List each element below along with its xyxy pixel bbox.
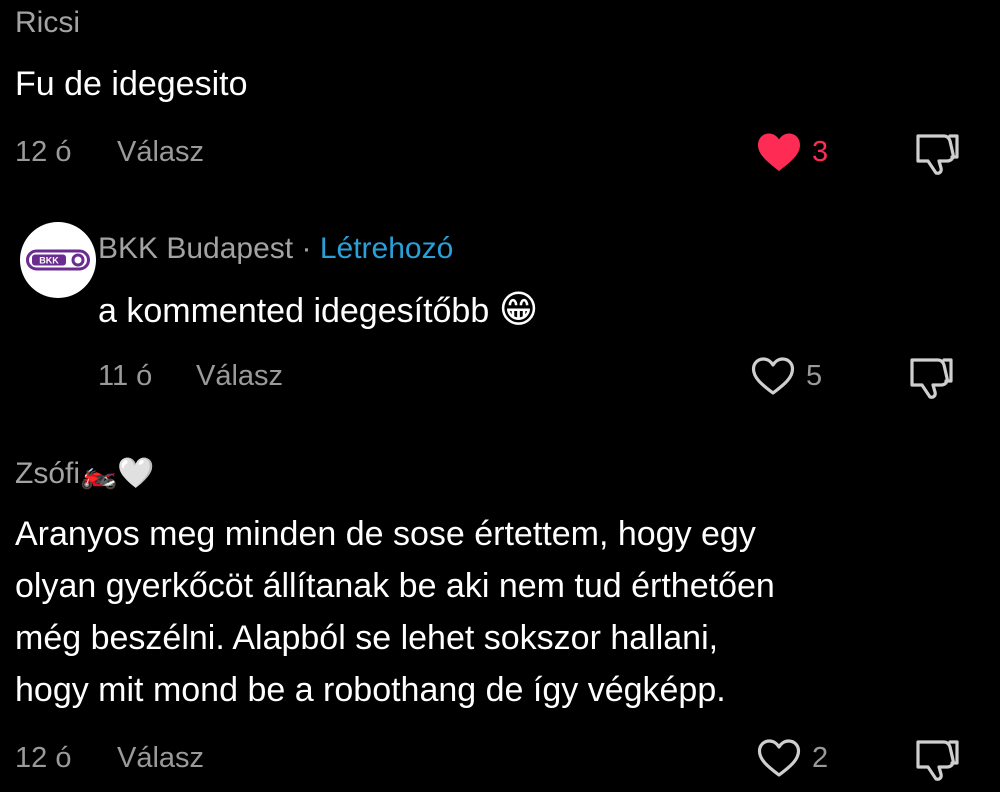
comment-username[interactable]: BKK Budapest	[98, 232, 293, 265]
reply-button[interactable]: Válasz	[117, 742, 204, 775]
comment-username[interactable]: Zsófi	[15, 457, 80, 490]
comment-timestamp: 12 ó	[15, 742, 72, 774]
heart-outline-icon[interactable]	[750, 356, 796, 396]
comment-username[interactable]: Ricsi	[15, 6, 80, 40]
thumbs-down-icon[interactable]	[914, 736, 960, 782]
grinning-emoji-icon: 😁	[498, 289, 539, 331]
comment-text-line: olyan gyerkőcöt állítanak be aki nem tud…	[15, 567, 775, 605]
comment-text-line: Aranyos meg minden de sose értettem, hog…	[15, 515, 756, 553]
comment-username-row: Zsófi🏍️🤍	[15, 456, 155, 491]
separator-dot: ·	[301, 232, 312, 265]
username-emoji: 🏍️🤍	[80, 457, 155, 490]
comment-username-row: BKK Budapest · Létrehozó	[98, 232, 453, 266]
heart-outline-icon[interactable]	[756, 738, 802, 778]
reply-button[interactable]: Válasz	[196, 360, 283, 393]
heart-filled-icon[interactable]	[756, 132, 802, 172]
reply-button[interactable]: Válasz	[117, 136, 204, 169]
comment-text-line: hogy mit mond be a robothang de így végk…	[15, 671, 726, 709]
creator-badge: Létrehozó	[319, 232, 454, 265]
like-count: 2	[812, 742, 829, 774]
comment-timestamp: 12 ó	[15, 136, 72, 168]
like-count: 3	[812, 136, 829, 168]
thumbs-down-icon[interactable]	[914, 130, 960, 176]
bkk-logo-icon: BKK	[26, 249, 90, 271]
comment-text-line: még beszélni. Alapból se lehet sokszor h…	[15, 619, 719, 657]
comment-timestamp: 11 ó	[98, 360, 153, 392]
svg-text:BKK: BKK	[39, 256, 59, 266]
comment-text: Fu de idegesito	[15, 65, 248, 103]
comment-text: Aranyos meg minden de sose értettem, hog…	[15, 508, 775, 716]
thumbs-down-icon[interactable]	[908, 354, 954, 400]
like-count: 5	[806, 360, 823, 392]
comment-text-row: a kommented idegesítőbb 😁	[98, 284, 538, 337]
avatar[interactable]: BKK	[20, 222, 96, 298]
comment-text: a kommented idegesítőbb	[98, 292, 490, 330]
